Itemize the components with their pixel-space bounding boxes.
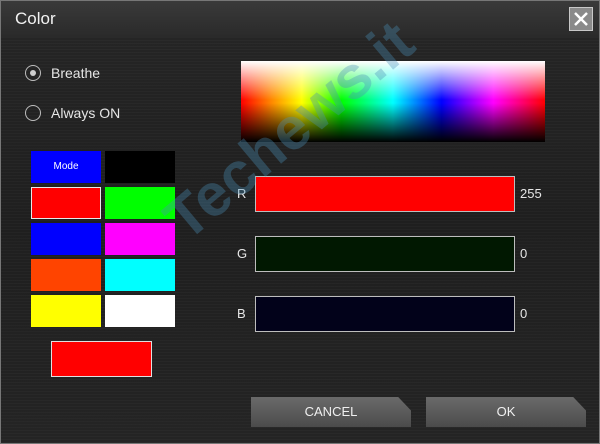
ok-button[interactable]: OK <box>426 397 586 427</box>
swatch-cyan[interactable] <box>105 259 175 291</box>
cancel-button[interactable]: CANCEL <box>251 397 411 427</box>
swatch-black[interactable] <box>105 151 175 183</box>
channel-bar-g[interactable] <box>255 236 515 272</box>
close-icon <box>574 12 588 26</box>
channel-value-b: 0 <box>520 306 528 321</box>
swatch-mode[interactable]: Mode <box>31 151 101 183</box>
channel-value-g: 0 <box>520 246 528 261</box>
dialog-title: Color <box>15 9 56 28</box>
channel-value-r: 255 <box>520 186 542 201</box>
radio-selected-dot <box>29 69 36 76</box>
swatch-red[interactable] <box>31 187 101 219</box>
color-dialog: Color Breathe Always ON Mode R 255 G 0 B… <box>0 0 600 444</box>
radio-label-breathe: Breathe <box>51 65 101 81</box>
radio-button[interactable] <box>25 105 41 121</box>
channel-label-b: B <box>237 306 246 321</box>
channel-label-g: G <box>237 246 248 261</box>
channel-label-r: R <box>237 186 247 201</box>
swatch-blue[interactable] <box>31 223 101 255</box>
swatch-mode-label: Mode <box>53 161 79 172</box>
swatch-magenta[interactable] <box>105 223 175 255</box>
channel-bar-r[interactable] <box>255 176 515 212</box>
swatch-yellow[interactable] <box>31 295 101 327</box>
color-spectrum-picker[interactable] <box>241 61 545 142</box>
channel-bar-b[interactable] <box>255 296 515 332</box>
swatch-orange[interactable] <box>31 259 101 291</box>
radio-button[interactable] <box>25 65 41 81</box>
close-button[interactable] <box>569 7 593 31</box>
color-preview <box>51 341 152 377</box>
title-bar: Color <box>1 1 599 37</box>
swatch-white[interactable] <box>105 295 175 327</box>
radio-label-always-on: Always ON <box>51 105 121 121</box>
swatch-green[interactable] <box>105 187 175 219</box>
